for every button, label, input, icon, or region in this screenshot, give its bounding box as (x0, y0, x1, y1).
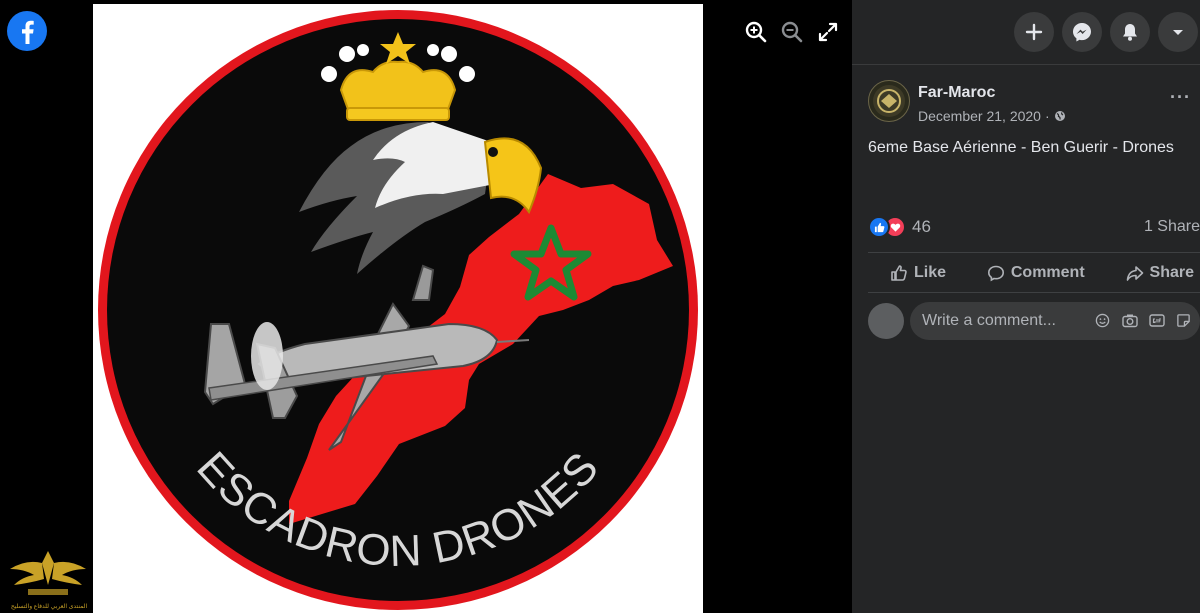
like-icon (868, 216, 890, 238)
user-avatar[interactable] (868, 303, 904, 339)
comment-label: Comment (1010, 264, 1085, 281)
messenger-button[interactable] (1062, 12, 1102, 52)
zoom-out-icon[interactable] (778, 18, 806, 46)
account-menu-button[interactable] (1158, 12, 1198, 52)
post-options-button[interactable]: ··· (1170, 88, 1191, 106)
comment-input[interactable]: Write a comment... (910, 302, 1200, 340)
watermark-text: المنتدى العربي للدفاع والتسليح (10, 604, 88, 610)
create-button[interactable] (1014, 12, 1054, 52)
comment-button[interactable]: Comment (987, 264, 1085, 282)
post-photo[interactable]: ESCADRON DRONES (93, 4, 703, 613)
post-date[interactable]: December 21, 2020 (918, 108, 1041, 124)
top-bar (852, 0, 1200, 65)
facebook-logo-icon[interactable] (7, 11, 47, 51)
post-text: 6eme Base Aérienne - Ben Guerir - Drones (868, 139, 1174, 156)
share-icon (1126, 266, 1143, 281)
post-author[interactable]: Far-Maroc (918, 84, 995, 102)
notifications-button[interactable] (1110, 12, 1150, 52)
meta-separator: · (1044, 108, 1050, 124)
caret-down-icon (1173, 30, 1183, 35)
gif-icon[interactable] (1148, 312, 1165, 329)
share-button[interactable]: Share (1126, 264, 1194, 282)
divider (868, 292, 1200, 293)
zoom-in-icon[interactable] (742, 18, 770, 46)
share-count[interactable]: 1 Share (1144, 218, 1200, 236)
emoji-icon[interactable] (1094, 312, 1111, 329)
messenger-icon (1073, 23, 1091, 42)
like-label: Like (914, 264, 947, 281)
post-meta: December 21, 2020 · (918, 108, 1066, 124)
plus-icon (1025, 23, 1043, 41)
comment-icon (987, 265, 1004, 282)
page-avatar[interactable] (868, 80, 910, 122)
fullscreen-icon[interactable] (814, 18, 842, 46)
like-button[interactable]: Like (890, 264, 946, 282)
bell-icon (1123, 24, 1137, 41)
reaction-count: 46 (912, 217, 931, 236)
comment-tools (1094, 312, 1192, 329)
camera-icon[interactable] (1121, 312, 1138, 329)
comment-placeholder[interactable]: Write a comment... (922, 312, 1056, 330)
post-side-panel: Far-Maroc December 21, 2020 · ··· 6eme B… (852, 0, 1200, 613)
globe-icon (1054, 111, 1065, 121)
divider (868, 252, 1200, 253)
post-actions: Like Comment Share (868, 255, 1200, 291)
watermark-logo: المنتدى العربي للدفاع والتسليح (4, 545, 92, 613)
comment-composer: Write a comment... (868, 299, 1200, 343)
reaction-summary[interactable]: 46 (868, 216, 931, 238)
sticker-icon[interactable] (1175, 312, 1192, 329)
thumbs-up-icon (891, 265, 907, 281)
share-label: Share (1149, 264, 1194, 281)
